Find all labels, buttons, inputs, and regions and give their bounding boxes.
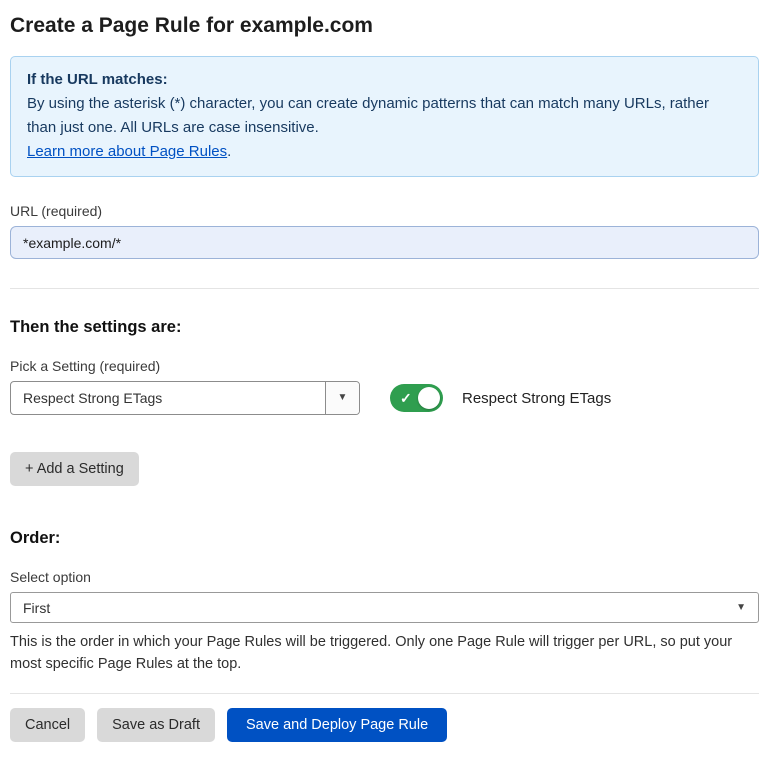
order-heading: Order: xyxy=(10,529,759,548)
pick-setting-label: Pick a Setting (required) xyxy=(10,358,759,374)
add-setting-button[interactable]: + Add a Setting xyxy=(10,452,139,486)
check-icon: ✓ xyxy=(400,389,412,407)
footer-divider xyxy=(10,693,759,694)
info-link-period: . xyxy=(227,143,231,160)
cancel-button[interactable]: Cancel xyxy=(10,708,85,742)
settings-heading: Then the settings are: xyxy=(10,318,759,337)
learn-more-link[interactable]: Learn more about Page Rules xyxy=(27,143,227,160)
create-page-rule-page: Create a Page Rule for example.com If th… xyxy=(0,0,769,758)
save-deploy-button[interactable]: Save and Deploy Page Rule xyxy=(227,708,447,742)
section-divider xyxy=(10,288,759,289)
chevron-down-icon: ▼ xyxy=(338,393,348,403)
save-draft-button[interactable]: Save as Draft xyxy=(97,708,215,742)
url-input[interactable] xyxy=(10,226,759,259)
setting-select-caret-button[interactable]: ▼ xyxy=(325,382,359,414)
footer-buttons: Cancel Save as Draft Save and Deploy Pag… xyxy=(10,708,759,742)
setting-select-value: Respect Strong ETags xyxy=(11,390,162,406)
page-title: Create a Page Rule for example.com xyxy=(10,8,759,56)
add-setting-wrap: + Add a Setting xyxy=(10,452,759,486)
setting-row: Respect Strong ETags ▼ ✓ Respect Strong … xyxy=(10,381,759,415)
etags-toggle[interactable]: ✓ xyxy=(390,384,443,412)
chevron-down-icon: ▼ xyxy=(736,603,746,613)
select-option-label: Select option xyxy=(10,569,759,585)
order-select[interactable]: First ▼ xyxy=(10,592,759,623)
setting-select[interactable]: Respect Strong ETags ▼ xyxy=(10,381,360,415)
etags-toggle-label: Respect Strong ETags xyxy=(462,390,611,407)
order-section: Order: Select option First ▼ This is the… xyxy=(10,529,759,675)
info-box-heading: If the URL matches: xyxy=(27,68,742,92)
order-help-text: This is the order in which your Page Rul… xyxy=(10,631,750,675)
info-box-body: By using the asterisk (*) character, you… xyxy=(27,92,742,140)
order-select-caret: ▼ xyxy=(736,603,758,613)
url-match-info-box: If the URL matches: By using the asteris… xyxy=(10,56,759,177)
order-select-value: First xyxy=(11,600,50,616)
toggle-knob xyxy=(418,387,440,409)
etags-toggle-group: ✓ Respect Strong ETags xyxy=(390,384,611,412)
info-box-link-line: Learn more about Page Rules. xyxy=(27,140,742,164)
url-label: URL (required) xyxy=(10,203,759,219)
